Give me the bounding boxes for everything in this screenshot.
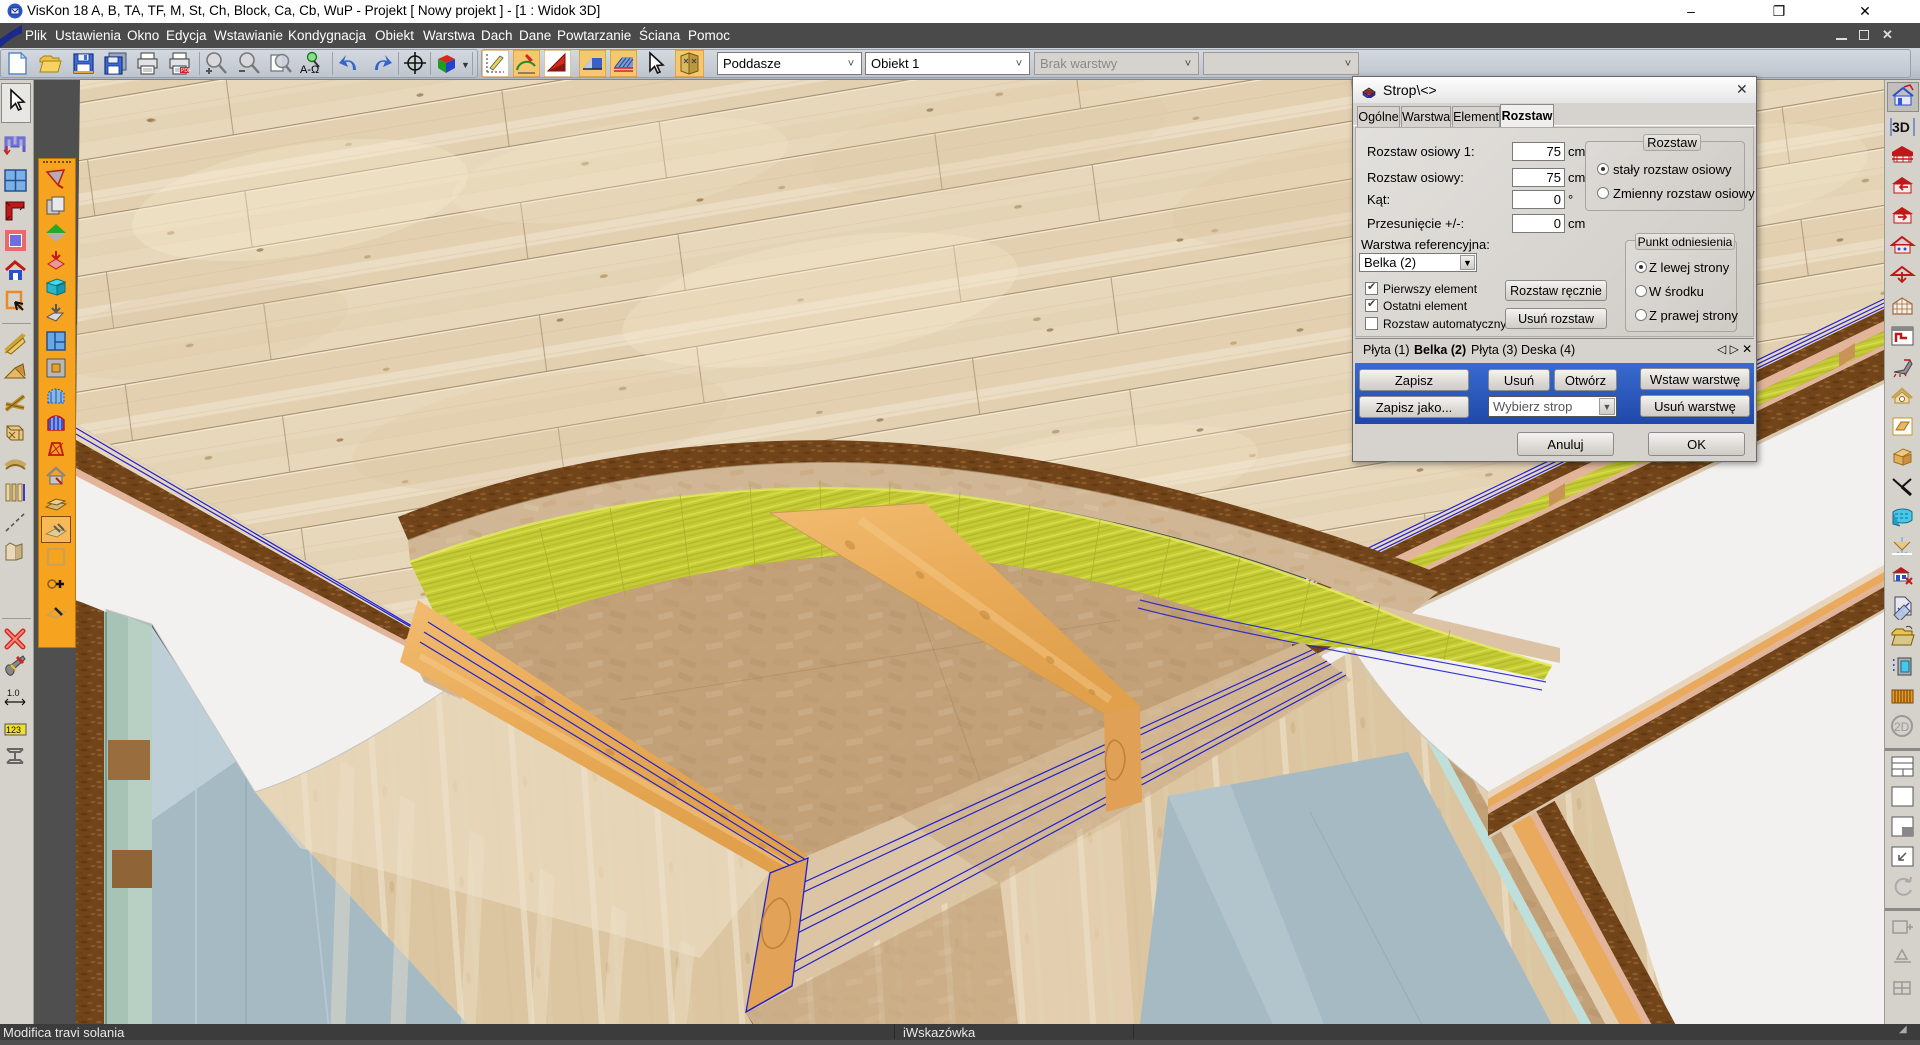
svg-text:3D: 3D xyxy=(1892,119,1910,135)
svg-text:PDF: PDF xyxy=(181,68,191,74)
svg-text:2D: 2D xyxy=(1894,720,1910,734)
svg-text:123: 123 xyxy=(6,725,21,735)
svg-text:A-Ω: A-Ω xyxy=(300,64,319,76)
svg-text:1.0: 1.0 xyxy=(7,688,20,698)
